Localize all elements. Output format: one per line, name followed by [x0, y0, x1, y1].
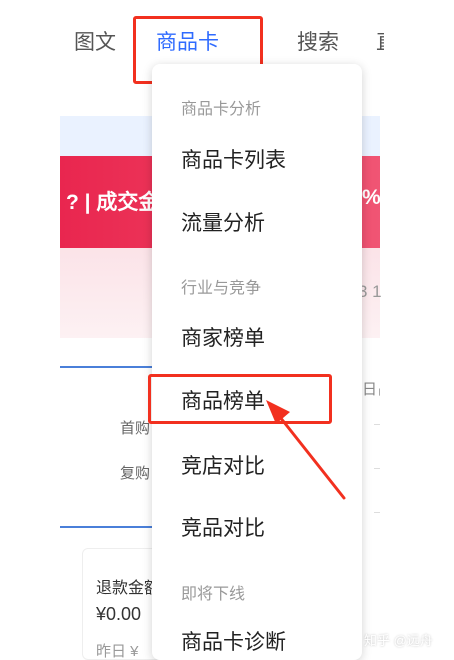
annotation-arrow-icon: [266, 400, 346, 500]
watermark: 知乎 @远舟: [364, 633, 433, 648]
